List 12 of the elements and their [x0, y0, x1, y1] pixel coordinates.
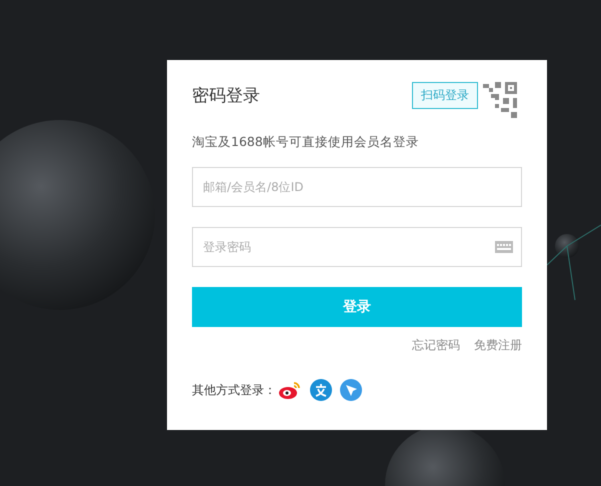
login-button[interactable]: 登录: [192, 287, 522, 327]
other-login-label: 其他方式登录：: [192, 382, 276, 398]
login-hint: 淘宝及1688帐号可直接使用会员名登录: [192, 134, 420, 151]
keyboard-icon[interactable]: [495, 241, 513, 253]
account-link[interactable]: 免费注册: [474, 337, 522, 354]
password-field[interactable]: 登录密码: [192, 227, 522, 267]
weibo-icon[interactable]: [278, 380, 302, 400]
qr-login-tab[interactable]: 扫码登录: [412, 82, 478, 109]
account-link[interactable]: 忘记密码: [412, 337, 460, 354]
paper-plane-icon[interactable]: [340, 379, 362, 401]
login-title: 密码登录: [192, 85, 260, 107]
username-field[interactable]: 邮箱/会员名/8位ID: [192, 167, 522, 207]
